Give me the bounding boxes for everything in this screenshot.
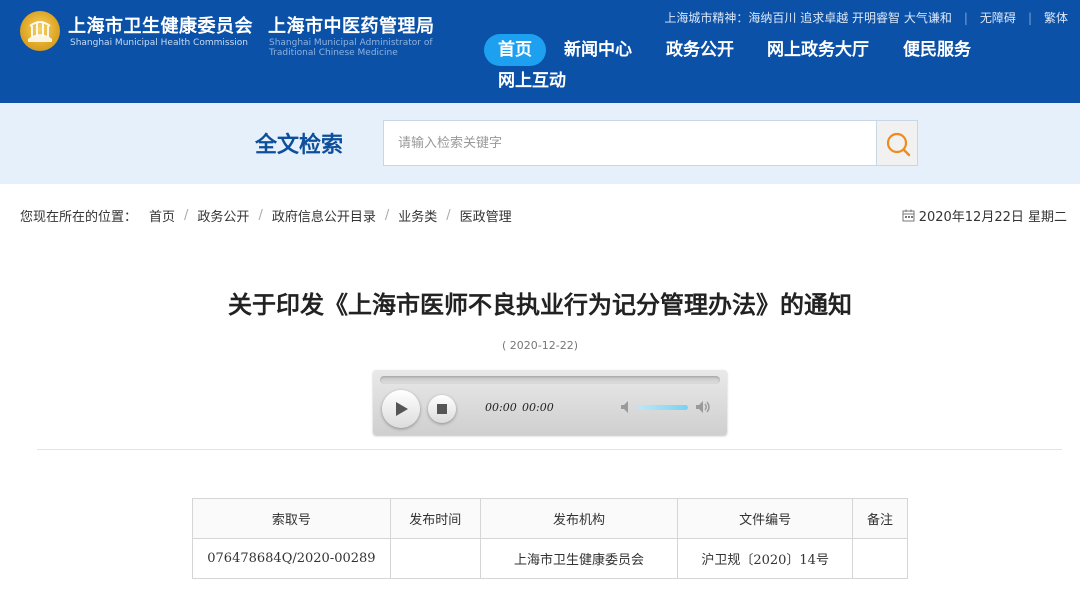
search-title: 全文检索: [255, 133, 344, 158]
utility-bar: 上海城市精神：海纳百川 追求卓越 开明睿智 大气谦和 | 无障碍 | 繁体: [664, 9, 1068, 26]
audio-progress-track[interactable]: [380, 376, 720, 384]
current-time: 00:00: [485, 401, 517, 414]
header-index-number: 索取号: [192, 498, 391, 539]
search-button[interactable]: [877, 120, 918, 166]
play-icon: [396, 402, 408, 416]
table-header-row: 索取号 发布时间 发布机构 文件编号 备注: [192, 498, 908, 539]
header-publisher: 发布机构: [479, 498, 679, 539]
search-icon: [886, 132, 911, 157]
org2-english-line2: Traditional Chinese Medicine: [269, 48, 398, 58]
breadcrumb-separator: /: [446, 208, 451, 223]
accessibility-link[interactable]: 无障碍: [980, 9, 1016, 26]
search-band: 全文检索: [0, 103, 1080, 184]
org2-english-line1: Shanghai Municipal Administrator of: [269, 38, 433, 48]
breadcrumb-government-affairs[interactable]: 政务公开: [197, 206, 249, 225]
org1-name[interactable]: 上海市卫生健康委员会: [68, 12, 253, 38]
cell-publish-time: [389, 538, 481, 579]
play-button[interactable]: [382, 390, 420, 428]
breadcrumb-separator: /: [384, 208, 390, 223]
traditional-chinese-link[interactable]: 繁体: [1044, 9, 1068, 26]
nav-item-home[interactable]: 首页: [484, 34, 546, 66]
breadcrumb-prefix: 您现在所在的位置：: [20, 210, 138, 225]
section-divider: [37, 449, 1062, 450]
article-date: ( 2020-12-22): [501, 339, 578, 352]
cell-remarks: [852, 538, 908, 579]
header-remarks: 备注: [852, 498, 908, 539]
divider: |: [963, 10, 968, 25]
org2-name[interactable]: 上海市中医药管理局: [268, 12, 435, 38]
breadcrumb-separator: /: [258, 208, 263, 223]
cell-index-number: 076478684Q/2020-00289: [192, 538, 391, 579]
breadcrumb-medical-admin[interactable]: 医政管理: [460, 206, 512, 225]
breadcrumb-business[interactable]: 业务类: [398, 206, 437, 225]
volume-max-icon[interactable]: [694, 398, 712, 416]
header-document-number: 文件编号: [677, 498, 854, 539]
nav-item-public-services[interactable]: 便民服务: [903, 34, 971, 66]
nav-item-government-affairs[interactable]: 政务公开: [666, 34, 734, 66]
volume-mute-icon[interactable]: [619, 399, 635, 415]
nav-item-online-service-hall[interactable]: 网上政务大厅: [767, 34, 869, 66]
breadcrumb-home[interactable]: 首页: [149, 206, 175, 225]
total-time: 00:00: [522, 401, 554, 414]
stop-button[interactable]: [428, 395, 456, 423]
org1-english-name: Shanghai Municipal Health Commission: [70, 38, 248, 48]
nav-item-news[interactable]: 新闻中心: [564, 34, 632, 66]
divider: |: [1027, 10, 1032, 25]
stop-icon: [437, 404, 447, 414]
site-header: 上海市卫生健康委员会 Shanghai Municipal Health Com…: [0, 0, 1080, 103]
audio-player: 00:00 00:00: [373, 370, 727, 435]
breadcrumb-info-directory[interactable]: 政府信息公开目录: [272, 206, 376, 225]
breadcrumb-separator: /: [184, 208, 189, 223]
article-title: 关于印发《上海市医师不良执业行为记分管理办法》的通知: [228, 291, 852, 319]
header-publish-time: 发布时间: [389, 498, 481, 539]
search-input[interactable]: [383, 120, 877, 166]
cell-publisher: 上海市卫生健康委员会: [479, 538, 679, 579]
calendar-icon: [902, 209, 915, 222]
document-info-table: 索取号 发布时间 发布机构 文件编号 备注 076478684Q/2020-00…: [192, 498, 908, 579]
org2-english-name: Shanghai Municipal Administrator of Trad…: [269, 38, 433, 58]
logo-emblem-icon[interactable]: [20, 11, 60, 51]
today-date-text: 2020年12月22日 星期二: [918, 210, 1067, 225]
nav-item-online-interaction[interactable]: 网上互动: [498, 65, 566, 97]
cell-document-number: 沪卫规〔2020〕14号: [677, 538, 854, 579]
volume-slider[interactable]: [638, 405, 688, 410]
city-slogan: 上海城市精神：海纳百川 追求卓越 开明睿智 大气谦和: [664, 11, 952, 25]
table-row: 076478684Q/2020-00289 上海市卫生健康委员会 沪卫规〔202…: [192, 538, 908, 579]
today-date: 2020年12月22日 星期二: [902, 206, 1067, 225]
breadcrumb: 您现在所在的位置： 首页 / 政务公开 / 政府信息公开目录 / 业务类 / 医…: [20, 206, 512, 225]
